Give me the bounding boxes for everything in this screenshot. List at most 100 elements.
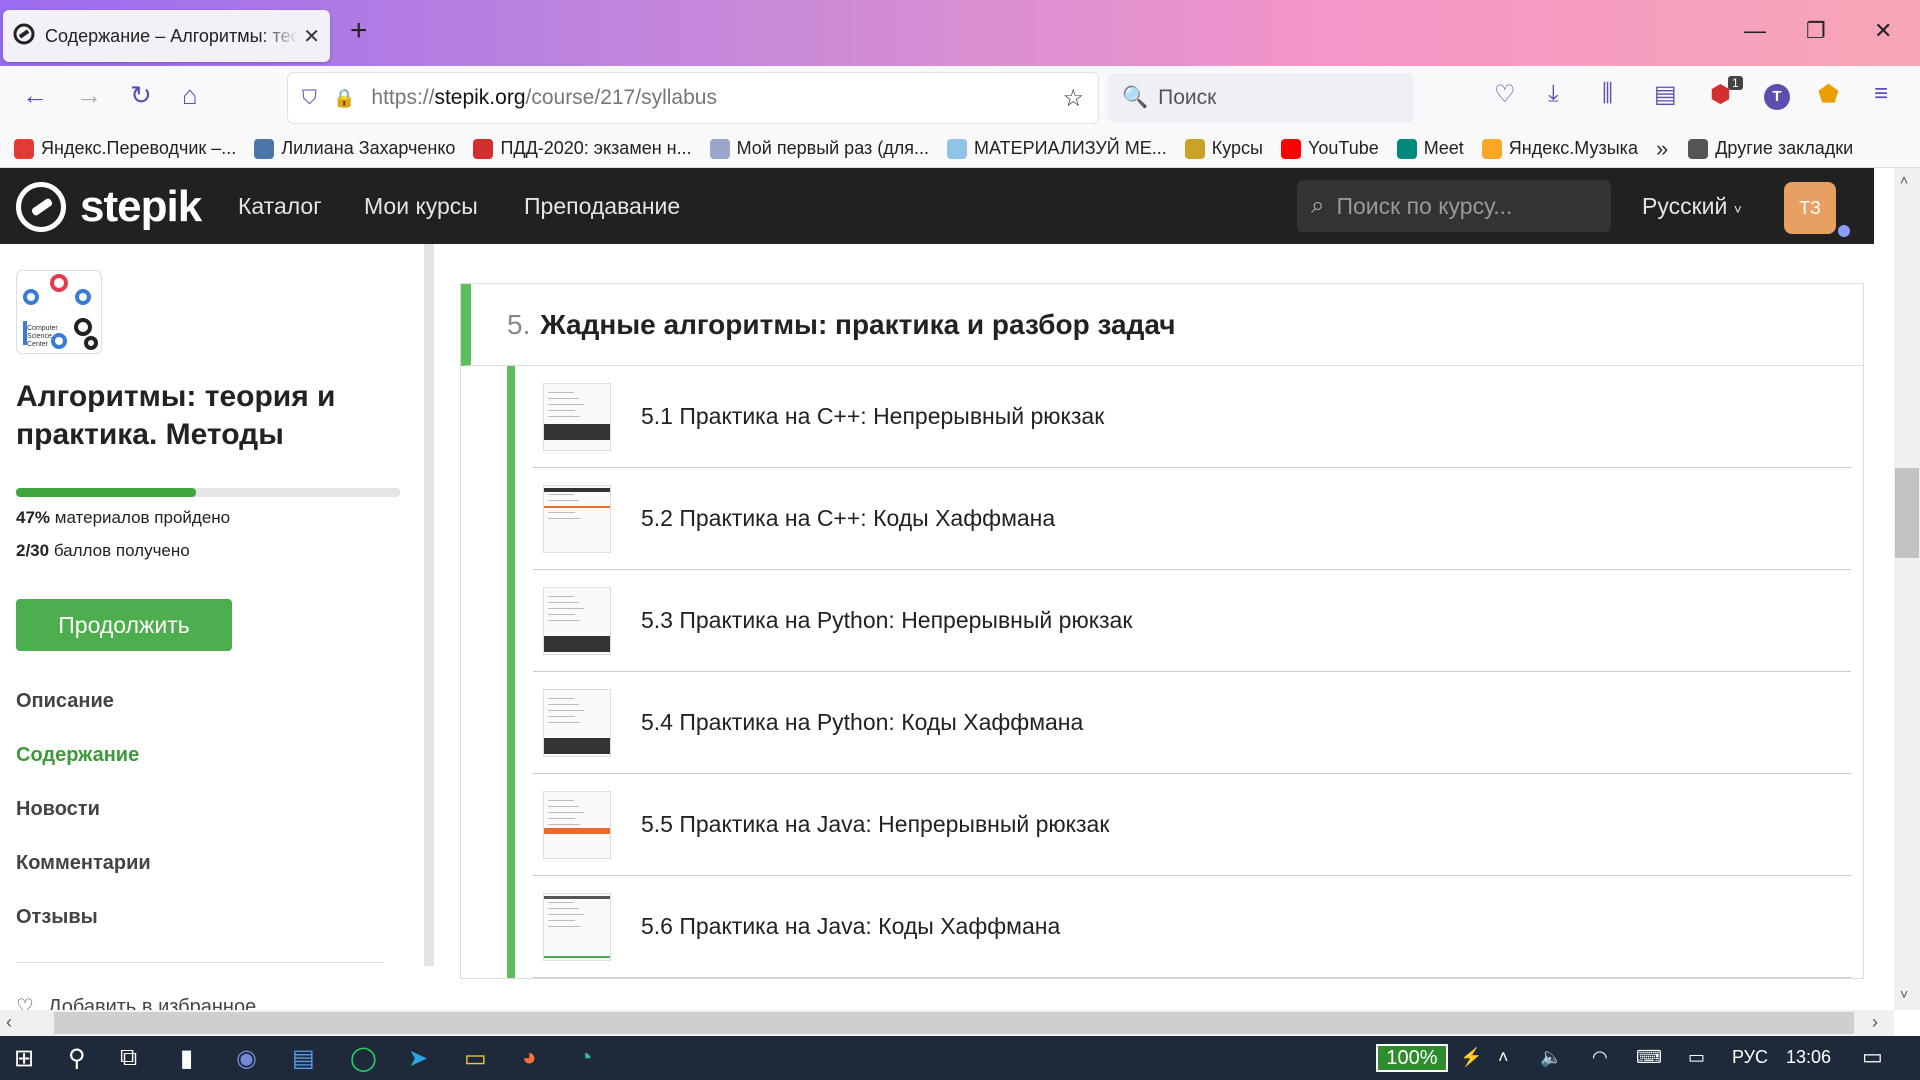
browser-search-input[interactable]: 🔍 Поиск: [1108, 73, 1414, 123]
address-bar[interactable]: ⛉ 🔒 https:// stepik.org /course/217/syll…: [288, 73, 1098, 123]
bookmark-item[interactable]: Яндекс.Музыка: [1481, 138, 1638, 159]
bookmark-item[interactable]: МАТЕРИАЛИЗУЙ МЕ...: [947, 138, 1167, 159]
library-icon[interactable]: ⫼: [1602, 80, 1613, 108]
lesson-thumbnail[interactable]: [543, 892, 611, 961]
lesson-row[interactable]: 5.1 Практика на C++: Непрерывный рюкзак: [533, 366, 1851, 468]
forward-icon[interactable]: →: [76, 80, 102, 111]
window-close-icon[interactable]: ✕: [1874, 18, 1892, 44]
sidebar-icon[interactable]: ▤: [1654, 80, 1677, 109]
input-language[interactable]: РУС: [1732, 1047, 1768, 1068]
chevron-down-icon: ˅: [1733, 201, 1742, 217]
file-icon[interactable]: ▮: [180, 1044, 193, 1073]
windows-start-icon[interactable]: ⊞: [14, 1044, 34, 1073]
download-icon[interactable]: ⤓: [1548, 80, 1559, 108]
bookmark-star-icon[interactable]: ☆: [1062, 84, 1084, 113]
progress-bar: [16, 488, 400, 497]
lesson-title[interactable]: 5.5 Практика на Java: Непрерывный рюкзак: [641, 811, 1109, 838]
continue-button[interactable]: Продолжить: [16, 599, 232, 651]
lesson-row[interactable]: 5.2 Практика на C++: Коды Хаффмана: [533, 468, 1851, 570]
reload-icon[interactable]: ↻: [130, 80, 152, 111]
tab-close-icon[interactable]: ✕: [303, 24, 320, 49]
lesson-thumbnail[interactable]: [543, 688, 611, 757]
bookmark-item[interactable]: Лилиана Захарченко: [254, 138, 455, 159]
vertical-scrollbar[interactable]: ˄ ˅: [1894, 168, 1920, 1010]
language-select[interactable]: Русский ˅: [1642, 193, 1742, 220]
folder-icon[interactable]: ▭: [464, 1044, 487, 1073]
lesson-title[interactable]: 5.3 Практика на Python: Непрерывный рюкз…: [641, 607, 1132, 634]
scroll-down-icon[interactable]: ˅: [1900, 986, 1908, 1002]
plug-icon[interactable]: ⚡: [1460, 1047, 1482, 1068]
notifications-icon[interactable]: ▭: [1862, 1044, 1883, 1070]
bookmark-item[interactable]: YouTube: [1281, 138, 1379, 159]
restore-icon[interactable]: ❐: [1806, 18, 1826, 44]
scroll-up-icon[interactable]: ˄: [1900, 172, 1908, 188]
bookmarks-overflow-icon[interactable]: »: [1656, 136, 1668, 162]
bookmark-item[interactable]: Другие закладки: [1688, 138, 1853, 159]
lesson-thumbnail[interactable]: [543, 586, 611, 655]
sidebar-item-description[interactable]: Описание: [16, 690, 114, 713]
sidebar-item-news[interactable]: Новости: [16, 798, 100, 821]
bookmark-item[interactable]: ПДД-2020: экзамен н...: [473, 138, 692, 159]
bookmark-item[interactable]: Курсы: [1184, 138, 1263, 159]
firefox-icon[interactable]: ◕: [522, 1044, 537, 1072]
bookmark-item[interactable]: Meet: [1396, 138, 1464, 159]
pocket-icon[interactable]: ♡: [1494, 80, 1516, 109]
vertical-scroll-thumb[interactable]: [1895, 468, 1919, 558]
lesson-title[interactable]: 5.2 Практика на C++: Коды Хаффмана: [641, 505, 1055, 532]
new-tab-icon[interactable]: +: [350, 14, 368, 48]
lesson-title[interactable]: 5.4 Практика на Python: Коды Хаффмана: [641, 709, 1083, 736]
nav-my-courses[interactable]: Мои курсы: [364, 193, 478, 220]
profile-icon[interactable]: T: [1764, 84, 1790, 110]
keyboard-icon[interactable]: ⌨: [1636, 1047, 1662, 1068]
vpn-extension-icon[interactable]: ⬟: [1818, 80, 1839, 109]
discord-icon[interactable]: ◉: [236, 1044, 257, 1073]
search-icon: ⌕: [1311, 192, 1325, 219]
display-icon[interactable]: ▭: [1688, 1047, 1705, 1068]
lesson-row[interactable]: 5.3 Практика на Python: Непрерывный рюкз…: [533, 570, 1851, 672]
lesson-row[interactable]: 5.5 Практика на Java: Непрерывный рюкзак: [533, 774, 1851, 876]
battery-indicator[interactable]: 100%: [1376, 1044, 1448, 1072]
wifi-icon[interactable]: ◠: [1592, 1047, 1608, 1068]
lesson-thumbnail[interactable]: [543, 790, 611, 859]
lesson-thumbnail[interactable]: [543, 382, 611, 451]
thumbnail-text-line: [548, 499, 580, 501]
sidebar-item-contents[interactable]: Содержание: [16, 744, 139, 767]
whatsapp-icon[interactable]: ◯: [350, 1044, 377, 1073]
shield-icon[interactable]: ⛉: [302, 87, 317, 110]
edge-icon[interactable]: ◔: [578, 1044, 593, 1072]
course-logo[interactable]: Computer Science Center: [16, 270, 102, 354]
nav-catalog[interactable]: Каталог: [238, 193, 322, 220]
scroll-left-icon[interactable]: ‹: [6, 1012, 12, 1033]
thumbnail-text-line: [548, 595, 575, 597]
bookmark-favicon-icon: [1396, 138, 1417, 159]
bookmark-favicon-icon: [947, 138, 968, 159]
clock[interactable]: 13:06: [1786, 1047, 1831, 1068]
nav-teaching[interactable]: Преподавание: [524, 193, 680, 220]
search-icon[interactable]: ⚲: [68, 1044, 86, 1073]
bookmark-item[interactable]: Мой первый раз (для...: [709, 138, 929, 159]
volume-icon[interactable]: 🔈: [1540, 1047, 1562, 1068]
document-icon[interactable]: ▤: [292, 1044, 315, 1073]
lesson-thumbnail[interactable]: [543, 484, 611, 553]
menu-icon[interactable]: ≡: [1874, 80, 1888, 108]
browser-tab-active[interactable]: Содержание – Алгоритмы: теория и практик…: [3, 10, 330, 62]
course-search-input[interactable]: ⌕ Поиск по курсу...: [1297, 180, 1611, 232]
bookmark-item[interactable]: Яндекс.Переводчик –...: [14, 138, 236, 159]
lesson-row[interactable]: 5.6 Практика на Java: Коды Хаффмана: [533, 876, 1851, 978]
user-avatar[interactable]: ТЗ: [1784, 182, 1836, 234]
back-icon[interactable]: ←: [22, 80, 48, 111]
stepik-logo[interactable]: stepik: [16, 182, 202, 232]
lock-icon[interactable]: 🔒: [333, 88, 355, 109]
minimize-icon[interactable]: —: [1744, 18, 1766, 44]
lesson-title[interactable]: 5.1 Практика на C++: Непрерывный рюкзак: [641, 403, 1104, 430]
horizontal-scroll-thumb[interactable]: [54, 1012, 1854, 1034]
scroll-right-icon[interactable]: ›: [1872, 1012, 1878, 1033]
sidebar-item-reviews[interactable]: Отзывы: [16, 906, 98, 929]
home-icon[interactable]: ⌂: [182, 80, 198, 111]
tray-chevron-icon[interactable]: ˄: [1498, 1047, 1509, 1068]
lesson-row[interactable]: 5.4 Практика на Python: Коды Хаффмана: [533, 672, 1851, 774]
sidebar-item-comments[interactable]: Комментарии: [16, 852, 151, 875]
task-view-icon[interactable]: ⧉: [120, 1044, 137, 1072]
telegram-icon[interactable]: ➤: [408, 1044, 428, 1073]
lesson-title[interactable]: 5.6 Практика на Java: Коды Хаффмана: [641, 913, 1060, 940]
